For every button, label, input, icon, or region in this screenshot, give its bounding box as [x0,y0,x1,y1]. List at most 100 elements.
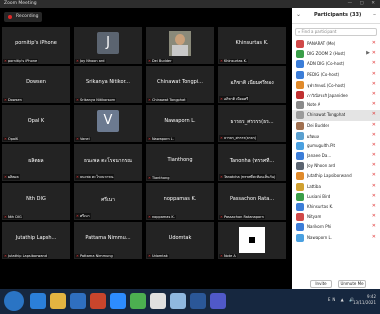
video-tile[interactable]: Dowsen ✕Dowsen [2,66,70,103]
participant-row[interactable]: Note A ✕ [292,100,380,110]
mic-muted-icon[interactable]: ✕ [372,152,376,158]
mic-muted-icon[interactable]: ✕ [372,50,376,56]
ie-icon[interactable] [30,293,46,309]
video-tile[interactable]: อภิชาติ เนียมศรีทอง ✕อภิชาติ เนียมศรี [218,66,286,103]
chrome-icon[interactable] [130,293,146,309]
participant-row[interactable]: Jutathip Lapsiborwand ✕ [292,171,380,181]
system-tray[interactable]: EN ▲ 🔊 [328,297,356,302]
video-tile[interactable]: Passachon Rata... ✕Passachon Ratanaporn [218,183,286,220]
mic-muted-icon[interactable]: ✕ [372,122,376,128]
video-tile[interactable]: Udomtak ✕Udomtak [146,222,214,259]
video-tile[interactable]: ธารธร_ศรรรร(ธร... ✕ธารธร_ศรรรร(ธรธร) [218,105,286,142]
participant-row[interactable]: PANARAT (Me) ✕ [292,39,380,49]
mic-muted-icon[interactable]: ✕ [372,60,376,66]
participant-row[interactable]: Khinsurtas K. ✕ [292,202,380,212]
participant-row[interactable]: PEDIG (Co-host) ✕ [292,70,380,80]
mic-muted-icon[interactable]: ✕ [372,234,376,240]
video-tile[interactable]: ✕Dei Budder [146,27,214,64]
video-tile[interactable]: ✕Note A [218,222,286,259]
participant-name: Nityam [307,214,322,220]
participant-name: gumugulth.Pit [307,142,336,148]
word-icon[interactable] [190,293,206,309]
participant-row[interactable]: Lusiani Bird ✕ [292,192,380,202]
mic-muted-icon[interactable]: ✕ [372,223,376,229]
video-tile[interactable]: ศรีเนา ✕ศรีเนา [74,183,142,220]
invite-button[interactable]: Invite [310,280,332,288]
mic-muted-icon[interactable]: ✕ [372,172,376,178]
paint-icon[interactable] [150,293,166,309]
window-title-bar[interactable]: Zoom Meeting — ▢ ✕ [0,0,380,8]
video-tile[interactable]: Chinawat Tongpi... ✕Chinawat Tongphat [146,66,214,103]
mic-muted-icon[interactable]: ✕ [372,183,376,189]
video-tile[interactable]: Pattama Nimmu... ✕Pattama Nimmung [74,222,142,259]
tile-name-label: ✕อภิชาติ เนียมศรี [219,96,250,102]
participant-row[interactable]: ภาวิณีสรงสิ Japanidee ✕ [292,90,380,100]
files-icon[interactable] [170,293,186,309]
tile-name-label: ✕Srikanya Nitikorsorn [75,98,117,102]
taskbar-clock[interactable]: 9:42 13/11/2021 [353,294,376,306]
video-tile[interactable]: Khinsurtas K. ✕Khinsurtas K. [218,27,286,64]
unmute-me-button[interactable]: Unmute Me [338,280,366,288]
participant-row[interactable]: Lattiba ✕ [292,182,380,192]
participant-row[interactable]: Nityam ✕ [292,212,380,222]
video-tile[interactable]: Jutathip Lapsh... ✕Jutathip Lapsiborwand [2,222,70,259]
chevron-down-icon[interactable]: ⌄ [296,11,301,18]
participant-name: Jutathip Lapsiborwand [307,173,352,179]
participant-row[interactable]: จุฬาลักษณ์ (Co-host) ✕ [292,80,380,90]
video-tile[interactable]: J ✕Joy Nhoon ard [74,27,142,64]
participant-row[interactable]: DIG ZOOM 2 (Host) ▶ ✕ [292,49,380,59]
participant-row[interactable]: Joy Nhoon ard ✕ [292,161,380,171]
media-icon[interactable] [70,293,86,309]
mic-muted-icon[interactable]: ✕ [372,71,376,77]
mic-muted-icon[interactable]: ✕ [372,203,376,209]
powerpoint-icon[interactable] [90,293,106,309]
video-tile[interactable]: ธนะพล ตะโรจนากรณ ✕ธนะพล ตะโรจนากรณ [74,144,142,181]
participant-row[interactable]: Chinawat Tongphat ✕ [292,110,380,121]
participant-row[interactable]: Janaee Da... ✕ [292,151,380,161]
video-tile[interactable]: Tianthong ✕Tianthong [146,144,214,181]
explorer-icon[interactable] [50,293,66,309]
mic-muted-icon[interactable]: ✕ [372,193,376,199]
recording-indicator[interactable]: Recording [4,12,42,22]
participant-row[interactable]: ผลิตผล ✕ [292,131,380,141]
participant-search-input[interactable]: ⌕ Find a participant [295,28,377,36]
tile-name-label: ✕Nawaporn L. [147,137,175,141]
participant-avatar [296,90,304,99]
minimize-panel-icon[interactable]: – [373,11,376,18]
video-tile[interactable]: Srikanya Nitikor... ✕Srikanya Nitikorsorn [74,66,142,103]
video-tile[interactable]: noppamas K. ✕noppamas K. [146,183,214,220]
mic-muted-icon[interactable]: ✕ [372,132,376,138]
mic-muted-icon: ✕ [148,176,151,180]
mic-muted-icon[interactable]: ✕ [372,142,376,148]
mic-muted-icon[interactable]: ✕ [372,213,376,219]
participant-name: จุฬาลักษณ์ (Co-host) [307,82,346,88]
mic-muted-icon[interactable]: ✕ [372,91,376,97]
tile-name-label: ✕Chinawat Tongphat [147,98,187,102]
participant-row[interactable]: Dei Budder ✕ [292,121,380,131]
participant-avatar [296,80,304,89]
video-tile[interactable]: V ✕Vanei [74,105,142,142]
participant-row[interactable]: Narikorn Phi ✕ [292,222,380,232]
mic-muted-icon[interactable]: ✕ [372,111,376,117]
participant-avatar [296,182,304,191]
video-tile[interactable]: Tanonha (ทรรศที... ✕Tanatcha (ทรรศที่สะท้… [218,144,286,181]
video-tile[interactable]: Nth DIG ✕Nth DIG [2,183,70,220]
video-tile[interactable]: Opal K ✕OpalK [2,105,70,142]
video-camera-icon[interactable]: ▶ [366,50,370,56]
video-tile[interactable]: ผลิตผล ✕ผลิตผล [2,144,70,181]
participant-row[interactable]: gumugulth.Pit ✕ [292,141,380,151]
window-controls[interactable]: — ▢ ✕ [348,0,378,8]
participant-row[interactable]: Nawaporn L. ✕ [292,233,380,243]
tile-footer-name: ศรีเนา [79,214,90,218]
video-tile[interactable]: pornitip's iPhone ✕pornitip's iPhone [2,27,70,64]
mic-muted-icon[interactable]: ✕ [372,162,376,168]
video-tile[interactable]: Nawaporn L. ✕Nawaporn L. [146,105,214,142]
participant-row[interactable]: ADN DIG (Co-host) ✕ [292,59,380,69]
record-dot-icon [8,15,12,19]
windows-start-icon[interactable] [4,291,24,311]
mic-muted-icon[interactable]: ✕ [372,81,376,87]
teams-icon[interactable] [210,293,226,309]
mic-muted-icon[interactable]: ✕ [372,101,376,107]
zoom-icon[interactable] [110,293,126,309]
mic-muted-icon[interactable]: ✕ [372,40,376,46]
